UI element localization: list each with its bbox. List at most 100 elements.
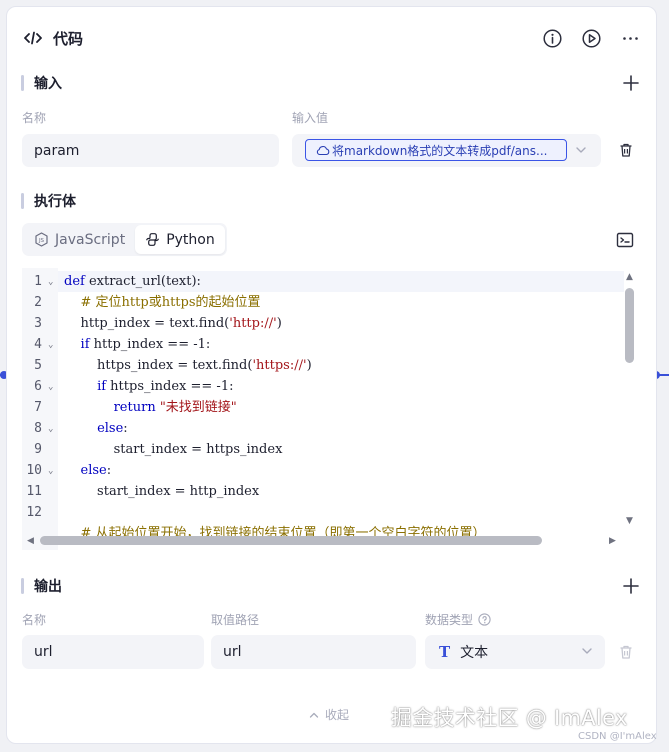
line-number: 9 [34,442,42,457]
line-number: 12 [26,505,42,520]
tab-python[interactable]: Python [135,225,225,254]
text-type-icon: T [439,643,451,661]
watermark: 掘金技术社区 @ ImAlex [391,706,628,730]
fold-arrow-icon[interactable]: ⌄ [48,466,53,476]
code-line: http_index = text.find('http://') [64,316,282,331]
code-icon [23,28,43,48]
line-number: 11 [26,484,42,499]
output-type-select[interactable]: T 文本 [425,635,605,669]
node-title: 代码 [53,29,84,48]
gutter-row: 4 ⌄ [22,334,58,355]
run-icon[interactable] [582,28,601,48]
output-type-value: 文本 [460,645,489,661]
code-line: else: [97,421,128,436]
collapse-label: 收起 [325,708,350,722]
code-line: # 定位http或https的起始位置 [80,295,261,310]
code-node-card: 代码 输入 名称 输入值 param 将markdown格式的文本转成pdf/a [6,6,657,744]
code-line: else: [80,463,112,478]
line-number: 1 [34,274,42,289]
cloud-icon [316,145,330,156]
output-section-header: 输出 [21,575,640,597]
code-line: return "未找到链接" [113,400,237,415]
fold-arrow-icon[interactable]: ⌄ [48,382,53,392]
info-icon[interactable] [543,28,562,48]
line-number: 10 [26,463,42,478]
variable-reference-label: 将markdown格式的文本转成pdf/ans... [332,143,548,158]
svg-text:JS: JS [38,238,45,244]
code-line: if https_index == -1: [97,379,234,394]
gutter-row: 5 [22,355,58,376]
gutter-row: 12 [22,502,58,523]
line-number: 4 [34,337,42,352]
code-line: if http_index == -1: [80,337,211,352]
tab-javascript[interactable]: JS JavaScript [24,225,135,254]
collapse-button[interactable]: 收起 [309,706,349,723]
line-number: 3 [34,316,42,331]
gutter-row: 9 [22,439,58,460]
fold-arrow-icon[interactable]: ⌄ [48,424,53,434]
more-icon[interactable] [621,29,640,48]
line-number: 5 [34,358,42,373]
add-output-button[interactable] [622,577,640,595]
scroll-left-arrow-icon[interactable]: ◀ [27,536,34,546]
body-section-header: 执行体 [21,190,640,212]
code-line: start_index = http_index [64,484,260,499]
help-icon[interactable] [478,613,491,626]
node-header: 代码 [23,25,640,51]
output-name-column-label: 名称 [22,613,47,627]
watermark-small: CSDN @I'mAlex [578,731,657,742]
code-editor[interactable]: 1 ⌄ 2 3 4 ⌄ 5 6 ⌄ 7 8 ⌄ 9 10 ⌄ 11 12 def extr… [22,268,640,550]
input-value-column-label: 输入值 [292,111,329,125]
output-path-field[interactable]: url [211,635,416,669]
gutter-row: 1 ⌄ [22,271,58,292]
line-number-gutter: 1 ⌄ 2 3 4 ⌄ 5 6 ⌄ 7 8 ⌄ 9 10 ⌄ 11 12 [22,268,58,550]
horizontal-scrollbar[interactable] [40,536,542,545]
line-number: 7 [34,400,42,415]
code-line: https_index = text.find('https://') [64,358,312,373]
code-line: def extract_url(text): [58,271,624,292]
gutter-row: 10 ⌄ [22,460,58,481]
fold-arrow-icon[interactable]: ⌄ [48,340,53,350]
variable-reference-tag[interactable]: 将markdown格式的文本转成pdf/ans... [305,139,567,161]
output-path-column-label: 取值路径 [211,613,260,627]
output-type-label-text: 数据类型 [425,613,474,627]
scroll-down-arrow-icon[interactable]: ▼ [626,516,633,526]
tab-python-label: Python [166,231,215,248]
chevron-down-icon [575,144,587,156]
output-type-column-label: 数据类型 [425,611,491,628]
line-number: 2 [34,295,42,310]
line-number: 8 [34,421,42,436]
input-section-title: 输入 [34,76,62,92]
delete-input-icon[interactable] [618,142,634,158]
vertical-scrollbar[interactable] [625,288,634,363]
gutter-row: 3 [22,313,58,334]
input-section-header: 输入 [21,72,640,94]
terminal-icon[interactable] [616,231,634,249]
code-line: start_index = https_index [64,442,283,457]
delete-output-icon[interactable] [618,644,634,660]
chevron-down-icon [581,645,593,657]
javascript-icon: JS [35,232,48,247]
section-bar [21,193,24,209]
section-bar [21,75,24,91]
chevron-up-icon [309,712,319,718]
gutter-row: 11 [22,481,58,502]
input-name-field[interactable]: param [22,134,279,167]
line-number: 6 [34,379,42,394]
body-section-title: 执行体 [34,194,76,210]
tab-javascript-label: JavaScript [55,231,126,248]
gutter-row: 6 ⌄ [22,376,58,397]
input-name-column-label: 名称 [22,111,47,125]
output-section-title: 输出 [34,579,62,595]
python-icon [146,233,160,246]
section-bar [21,578,24,594]
language-tabs: JS JavaScript Python [22,223,227,256]
gutter-row: 2 [22,292,58,313]
scroll-up-arrow-icon[interactable]: ▲ [626,272,633,282]
gutter-row: 8 ⌄ [22,418,58,439]
output-name-field[interactable]: url [22,635,204,669]
fold-arrow-icon[interactable]: ⌄ [48,277,53,287]
add-input-button[interactable] [622,74,640,92]
gutter-row: 7 [22,397,58,418]
scroll-right-arrow-icon[interactable]: ▶ [609,536,616,546]
